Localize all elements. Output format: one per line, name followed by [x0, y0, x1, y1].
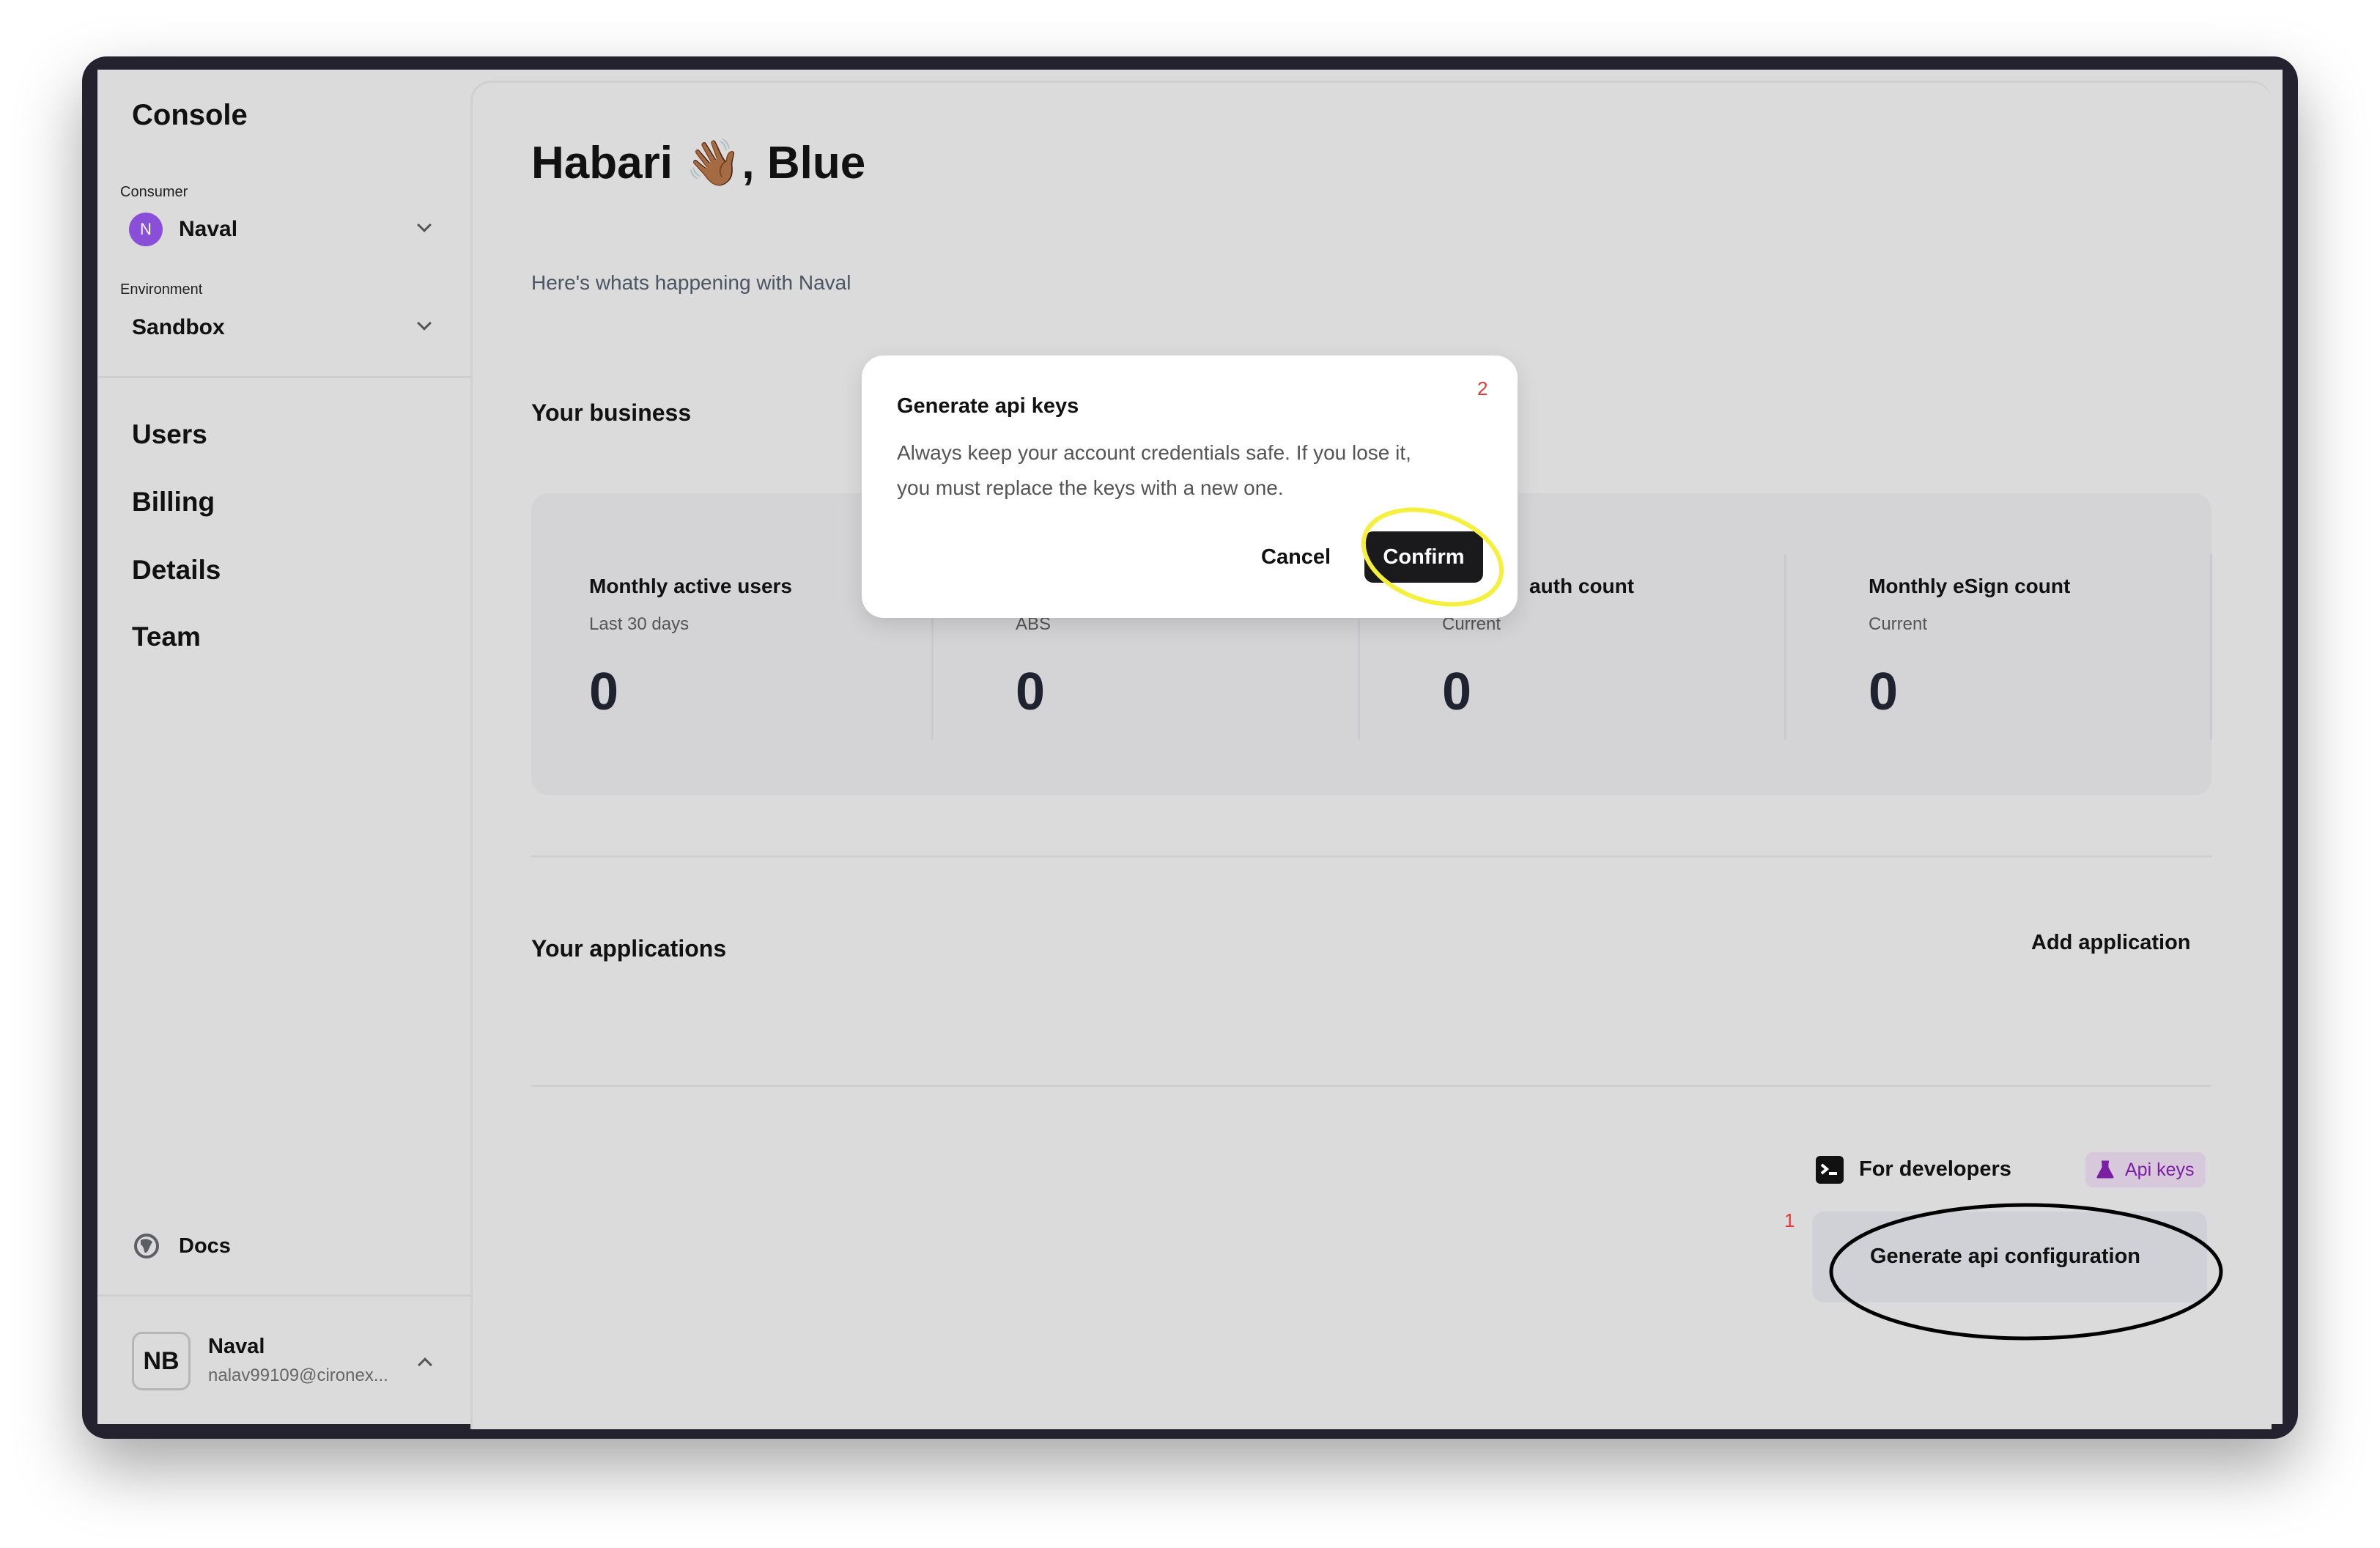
user-avatar: NB — [132, 1332, 191, 1390]
consumer-name: Naval — [179, 217, 238, 241]
add-application-button[interactable]: Add application — [2031, 932, 2191, 954]
consumer-avatar: N — [129, 213, 163, 246]
section-divider — [531, 1085, 2211, 1087]
annotation-ellipse — [1829, 1203, 2223, 1341]
docs-label: Docs — [179, 1234, 231, 1258]
applications-heading: Your applications — [531, 935, 727, 962]
stat-subtitle: Current — [1869, 614, 1928, 634]
stat-subtitle: ABS — [1016, 614, 1052, 634]
stat-title: Monthly eSign count — [1869, 575, 2071, 597]
sidebar-divider — [97, 376, 470, 378]
stat-value: 0 — [1442, 663, 1472, 721]
stat-divider — [1784, 554, 1786, 740]
environment-label: Environment — [120, 281, 203, 298]
user-email: nalav99109@cironex... — [208, 1365, 388, 1385]
app-title: Console — [132, 99, 248, 131]
stat-subtitle: Last 30 days — [589, 614, 690, 634]
globe-icon — [134, 1234, 159, 1258]
sidebar-divider — [97, 1294, 470, 1297]
stat-value: 0 — [1869, 663, 1899, 721]
environment-select[interactable]: Sandbox — [120, 306, 443, 347]
sidebar-item-billing[interactable]: Billing — [132, 488, 215, 515]
api-keys-label: Api keys — [2125, 1160, 2195, 1180]
user-menu[interactable]: NB Naval nalav99109@cironex... — [132, 1330, 454, 1390]
consumer-label: Consumer — [120, 184, 188, 200]
sidebar-item-details[interactable]: Details — [132, 556, 221, 583]
developers-heading: For developers — [1859, 1157, 2011, 1181]
terminal-icon — [1816, 1156, 1844, 1184]
chevron-down-icon — [417, 316, 432, 331]
dialog-body-line1: Always keep your account credentials saf… — [897, 441, 1411, 464]
docs-link[interactable]: Docs — [132, 1231, 278, 1261]
page-subtitle: Here's whats happening with Naval — [531, 271, 851, 294]
stat-divider — [2210, 554, 2212, 740]
business-heading: Your business — [531, 399, 692, 426]
dialog-body-line2: you must replace the keys with a new one… — [897, 476, 1284, 499]
stat-title: auth count — [1529, 575, 1635, 597]
dialog-title: Generate api keys — [897, 394, 1079, 418]
user-name: Naval — [208, 1335, 265, 1358]
sidebar-item-users[interactable]: Users — [132, 421, 207, 448]
annotation-highlight-ellipse — [1361, 507, 1504, 607]
environment-value: Sandbox — [132, 315, 225, 339]
flask-icon — [2096, 1160, 2114, 1179]
section-divider — [531, 855, 2211, 858]
api-keys-badge[interactable]: Api keys — [2085, 1152, 2206, 1187]
step-marker-1: 1 — [1784, 1209, 1795, 1231]
stat-value: 0 — [1016, 663, 1046, 721]
sidebar-item-team[interactable]: Team — [132, 623, 201, 650]
stat-subtitle: Current — [1442, 614, 1501, 634]
chevron-up-icon — [418, 1357, 432, 1372]
stat-value: 0 — [589, 663, 619, 721]
chevron-down-icon — [417, 218, 432, 232]
stat-title: Monthly active users — [589, 575, 792, 597]
consumer-select[interactable]: N Naval — [120, 207, 443, 251]
page-title: Habari 👋🏾, Blue — [531, 138, 866, 188]
step-marker-2: 2 — [1477, 377, 1488, 399]
cancel-button[interactable]: Cancel — [1261, 547, 1331, 568]
